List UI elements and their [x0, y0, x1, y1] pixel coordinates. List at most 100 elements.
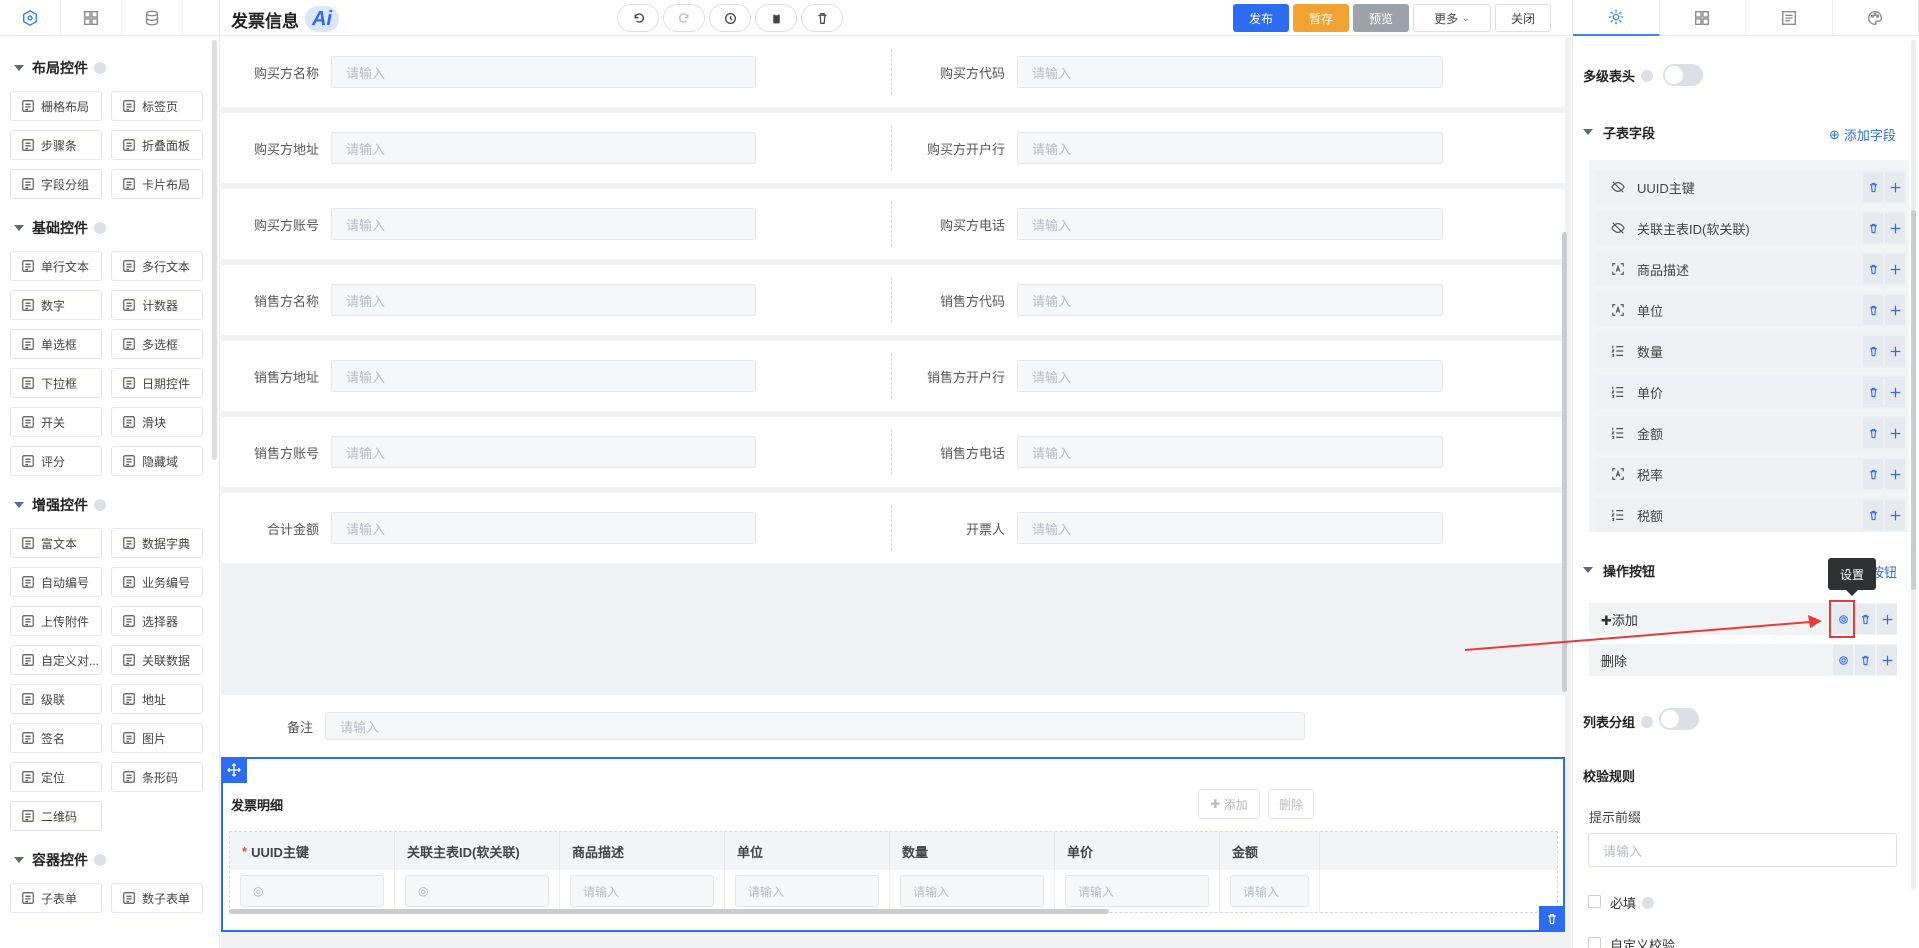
form-field[interactable]: 购买方代码 请输入 [897, 37, 1443, 107]
form-row[interactable]: 销售方地址 请输入 销售方开户行 请输入 [221, 341, 1565, 411]
tab-templates[interactable] [61, 0, 122, 36]
column-header[interactable]: 金额 [1220, 832, 1320, 870]
component-item[interactable]: 数字 [10, 290, 102, 320]
form-field[interactable]: 销售方电话 请输入 [897, 417, 1443, 487]
delete-field-button[interactable] [1863, 336, 1883, 366]
preview-button[interactable]: 预览 [1353, 4, 1409, 32]
component-item[interactable]: 卡片布局 [111, 169, 203, 199]
component-item[interactable]: 自定义对... [10, 645, 102, 675]
component-item[interactable]: 滑块 [111, 407, 203, 437]
cell-input[interactable]: 请输入 [570, 875, 714, 907]
delete-field-button[interactable] [1863, 418, 1883, 448]
form-row[interactable]: 购买方地址 请输入 购买方开户行 请输入 [221, 113, 1565, 183]
subfield-item[interactable]: 税额 [1595, 498, 1905, 532]
delete-field-button[interactable] [1863, 459, 1883, 489]
column-header[interactable]: 单价 [1055, 832, 1220, 870]
form-row[interactable]: 购买方名称 请输入 购买方代码 请输入 [221, 37, 1565, 107]
field-input[interactable]: 请输入 [1017, 512, 1443, 544]
drag-field-handle[interactable] [1885, 254, 1905, 284]
component-item[interactable]: 单行文本 [10, 251, 102, 281]
component-item[interactable]: 隐藏域 [111, 446, 203, 476]
delete-subtable-button[interactable] [1539, 906, 1565, 932]
field-input[interactable]: 请输入 [331, 56, 756, 88]
component-item[interactable]: 日期控件 [111, 368, 203, 398]
settings-button[interactable] [1833, 645, 1853, 675]
subfield-item[interactable]: 单位 [1595, 293, 1905, 327]
subfields-header[interactable]: 子表字段 [1583, 121, 1655, 143]
subtable-delete-button[interactable]: 删除 [1268, 789, 1314, 819]
form-field[interactable]: 购买方开户行 请输入 [897, 113, 1443, 183]
component-item[interactable]: 业务编号 [111, 567, 203, 597]
cell-input[interactable]: 请输入 [1065, 875, 1209, 907]
delete-field-button[interactable] [1863, 295, 1883, 325]
horizontal-scrollbar[interactable] [229, 909, 1109, 914]
component-item[interactable]: 标签页 [111, 91, 203, 121]
drag-field-handle[interactable] [1885, 213, 1905, 243]
delete-field-button[interactable] [1863, 254, 1883, 284]
field-input[interactable]: 请输入 [1017, 436, 1443, 468]
required-checkbox[interactable] [1588, 895, 1601, 908]
form-field[interactable]: 销售方开户行 请输入 [897, 341, 1443, 411]
add-field-link[interactable]: ⊕ 添加字段 [1829, 125, 1896, 144]
column-header[interactable]: 商品描述 [560, 832, 725, 870]
subfield-item[interactable]: 数量 [1595, 334, 1905, 368]
remark-input[interactable]: 请输入 [325, 712, 1305, 740]
custom-validation-checkbox[interactable] [1588, 937, 1601, 948]
op-button-item[interactable]: 删除 [1589, 644, 1897, 676]
column-header[interactable]: 关联主表ID(软关联) [395, 832, 560, 870]
component-item[interactable]: 条形码 [111, 762, 203, 792]
component-item[interactable]: 二维码 [10, 801, 102, 831]
drag-field-handle[interactable] [1885, 172, 1905, 202]
cell-input[interactable]: 请输入 [900, 875, 1044, 907]
field-input[interactable]: 请输入 [331, 360, 756, 392]
close-button[interactable]: 关闭 [1495, 4, 1551, 32]
component-group-header[interactable]: 增强控件 [10, 490, 209, 520]
form-row[interactable]: 销售方名称 请输入 销售方代码 请输入 [221, 265, 1565, 335]
drag-field-handle[interactable] [1885, 377, 1905, 407]
component-item[interactable]: 关联数据 [111, 645, 203, 675]
component-item[interactable]: 选择器 [111, 606, 203, 636]
form-field[interactable]: 销售方代码 请输入 [897, 265, 1443, 335]
list-group-toggle[interactable] [1659, 708, 1699, 730]
form-row[interactable]: 销售方账号 请输入 销售方电话 请输入 [221, 417, 1565, 487]
field-input[interactable]: 请输入 [331, 132, 756, 164]
op-buttons-header[interactable]: 操作按钮 [1583, 559, 1655, 581]
drag-field-handle[interactable] [1885, 418, 1905, 448]
tab-form[interactable] [1746, 0, 1833, 36]
field-input[interactable]: 请输入 [1017, 132, 1443, 164]
column-header[interactable]: 单位 [725, 832, 890, 870]
cell-input[interactable]: 请输入 [1230, 875, 1309, 907]
tab-data[interactable] [122, 0, 183, 36]
history-button[interactable] [709, 4, 751, 32]
right-scrollbar[interactable] [1911, 210, 1916, 590]
field-input[interactable]: 请输入 [1017, 208, 1443, 240]
tab-layout[interactable] [1660, 0, 1746, 36]
component-item[interactable]: 自动编号 [10, 567, 102, 597]
cell-input[interactable]: 请输入 [735, 875, 879, 907]
form-field[interactable]: 销售方地址 请输入 [221, 341, 756, 411]
delete-field-button[interactable] [1863, 377, 1883, 407]
field-input[interactable]: 请输入 [1017, 56, 1443, 88]
delete-field-button[interactable] [1863, 172, 1883, 202]
cell-input[interactable]: ◎ [405, 875, 549, 907]
component-item[interactable]: 计数器 [111, 290, 203, 320]
component-item[interactable]: 数子表单 [111, 883, 203, 913]
redo-button[interactable] [663, 4, 705, 32]
subfield-item[interactable]: 商品描述 [1595, 252, 1905, 286]
delete-field-button[interactable] [1863, 500, 1883, 530]
publish-button[interactable]: 发布 [1233, 4, 1289, 32]
component-item[interactable]: 地址 [111, 684, 203, 714]
component-item[interactable]: 数据字典 [111, 528, 203, 558]
invoice-detail-subtable[interactable]: 发票明细 ✚ 添加 删除 * UUID主键 关联主表ID(软关联) 商品描述 单位 数量单… [221, 757, 1565, 932]
remark-row[interactable]: 备注 请输入 [221, 695, 1565, 757]
component-item[interactable]: 签名 [10, 723, 102, 753]
component-item[interactable]: 下拉框 [10, 368, 102, 398]
component-item[interactable]: 图片 [111, 723, 203, 753]
component-item[interactable]: 栅格布局 [10, 91, 102, 121]
save-draft-button[interactable]: 暂存 [1293, 4, 1349, 32]
column-header[interactable]: * UUID主键 [230, 832, 395, 870]
tab-style[interactable] [1833, 0, 1919, 36]
delete-button[interactable] [1855, 604, 1875, 634]
subfield-item[interactable]: 税率 [1595, 457, 1905, 491]
prompt-prefix-input[interactable]: 请输入 [1588, 833, 1897, 867]
